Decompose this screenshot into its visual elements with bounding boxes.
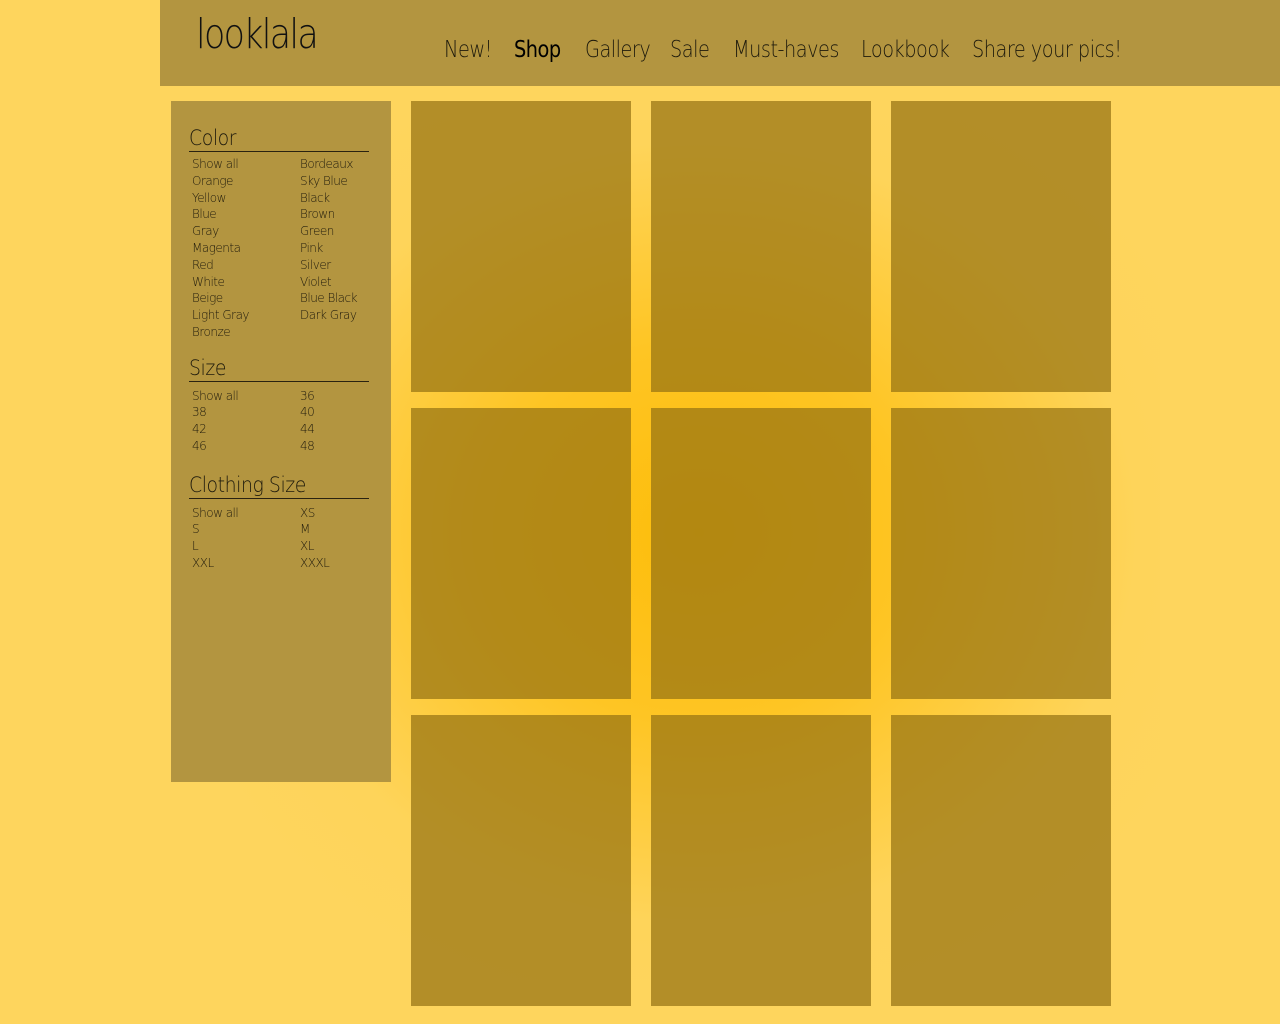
- color-option[interactable]: Blue Black: [300, 290, 358, 306]
- clothing-size-option[interactable]: M: [300, 521, 310, 537]
- product-tile[interactable]: [651, 101, 871, 392]
- color-option[interactable]: Black: [300, 190, 330, 206]
- clothing-size-option[interactable]: XXL: [192, 555, 214, 571]
- nav-item-gallery[interactable]: Gallery: [585, 37, 651, 63]
- site-logo[interactable]: looklala: [196, 10, 319, 58]
- clothing-size-option[interactable]: Show all: [192, 505, 239, 521]
- filter-sidebar: Color Show all Bordeaux Orange Sky Blue …: [171, 101, 391, 782]
- color-option[interactable]: Magenta: [192, 240, 241, 256]
- color-option[interactable]: Green: [300, 223, 334, 239]
- color-option[interactable]: Show all: [192, 156, 239, 172]
- nav-item-sale[interactable]: Sale: [670, 37, 710, 63]
- filter-title-clothing-size-label: Clothing Size: [189, 473, 306, 497]
- color-option[interactable]: Pink: [300, 240, 323, 256]
- product-tile[interactable]: [891, 408, 1111, 699]
- color-option[interactable]: Bordeaux: [300, 156, 353, 172]
- filter-title-color: Color: [189, 125, 369, 152]
- color-option[interactable]: Beige: [192, 290, 223, 306]
- color-option[interactable]: White: [192, 274, 225, 290]
- nav-item-must-haves[interactable]: Must-haves: [733, 37, 839, 63]
- nav-item-shop[interactable]: Shop: [514, 37, 561, 63]
- nav-item-lookbook[interactable]: Lookbook: [861, 37, 950, 63]
- color-option[interactable]: Red: [192, 257, 214, 273]
- site-header: looklala New! Shop Gallery Sale Must-hav…: [160, 0, 1280, 86]
- color-option[interactable]: Orange: [192, 173, 233, 189]
- size-option[interactable]: 42: [192, 421, 207, 437]
- size-option[interactable]: 40: [300, 404, 315, 420]
- color-option[interactable]: Sky Blue: [300, 173, 348, 189]
- clothing-size-option[interactable]: S: [192, 521, 200, 537]
- color-option[interactable]: Violet: [300, 274, 332, 290]
- filter-title-size-label: Size: [189, 356, 226, 380]
- product-tile[interactable]: [891, 715, 1111, 1006]
- clothing-size-option[interactable]: L: [192, 538, 199, 554]
- size-option[interactable]: 44: [300, 421, 315, 437]
- color-option[interactable]: Gray: [192, 223, 219, 239]
- color-option[interactable]: Silver: [300, 257, 331, 273]
- product-tile[interactable]: [411, 101, 631, 392]
- clothing-size-option[interactable]: XS: [300, 505, 315, 521]
- size-option[interactable]: Show all: [192, 388, 239, 404]
- product-tile[interactable]: [411, 715, 631, 1006]
- product-tile[interactable]: [411, 408, 631, 699]
- filter-title-clothing-size: Clothing Size: [189, 472, 369, 499]
- size-option[interactable]: 46: [192, 438, 207, 454]
- nav-item-new[interactable]: New!: [444, 37, 492, 63]
- size-option[interactable]: 36: [300, 388, 315, 404]
- size-option[interactable]: 48: [300, 438, 315, 454]
- color-option[interactable]: Dark Gray: [300, 307, 357, 323]
- color-option[interactable]: Light Gray: [192, 307, 250, 323]
- filter-title-color-label: Color: [189, 126, 237, 150]
- color-option[interactable]: Blue: [192, 206, 217, 222]
- color-option[interactable]: Bronze: [192, 324, 231, 340]
- nav-item-share-your-pics[interactable]: Share your pics!: [972, 37, 1122, 63]
- clothing-size-option[interactable]: XL: [300, 538, 314, 554]
- product-tile[interactable]: [651, 715, 871, 1006]
- filter-title-size: Size: [189, 355, 369, 382]
- product-tile[interactable]: [651, 408, 871, 699]
- size-option[interactable]: 38: [192, 404, 207, 420]
- color-option[interactable]: Brown: [300, 206, 335, 222]
- color-option[interactable]: Yellow: [192, 190, 226, 206]
- product-tile[interactable]: [891, 101, 1111, 392]
- clothing-size-option[interactable]: XXXL: [300, 555, 330, 571]
